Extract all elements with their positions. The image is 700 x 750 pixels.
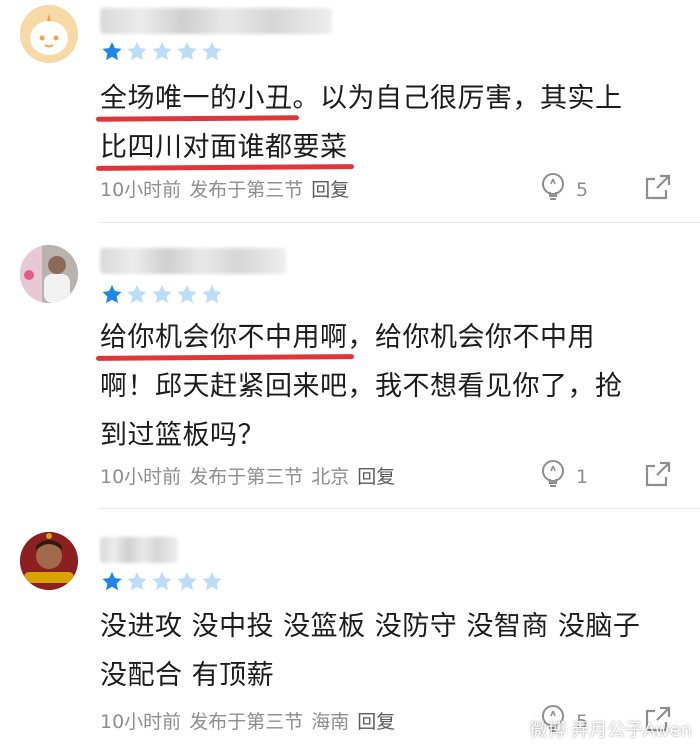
section-label: 发布于第三节: [189, 711, 304, 733]
star-icon: [102, 285, 122, 304]
star-icon: [202, 42, 222, 61]
lightbulb-like-icon: [540, 459, 566, 494]
avatar[interactable]: [20, 532, 78, 590]
star-icon: [152, 572, 172, 591]
section-label: 发布于第三节: [189, 466, 304, 488]
divider: [100, 508, 700, 509]
star-icon: [102, 42, 122, 61]
share-icon[interactable]: [644, 460, 672, 488]
reply-button[interactable]: 回复: [311, 175, 349, 202]
person-photo-icon: [20, 245, 78, 303]
star-icon: [127, 285, 147, 304]
avatar[interactable]: [20, 245, 78, 303]
comment-text: 没进攻 没中投 没篮板 没防守 没智商 没脑子 没配合 有顶薪: [100, 611, 641, 691]
watermark: 微博 弄月公子Awen: [503, 716, 692, 742]
timestamp: 10小时前: [100, 179, 182, 201]
comment-meta: 10小时前 发布于第三节 回复: [100, 175, 349, 202]
like-button[interactable]: 1: [540, 459, 588, 494]
underlined-text: 比四川对面谁都要菜: [100, 132, 348, 163]
avatar-bot-icon: [20, 5, 78, 63]
reply-button[interactable]: 回复: [357, 707, 395, 734]
avatar[interactable]: [20, 5, 78, 63]
timestamp: 10小时前: [100, 466, 182, 488]
rating-stars: [101, 283, 223, 305]
star-icon: [152, 42, 172, 61]
star-icon: [152, 285, 172, 304]
underlined-text: 给你机会你不中用啊: [100, 322, 348, 353]
like-button[interactable]: 5: [540, 172, 588, 207]
star-icon: [127, 42, 147, 61]
star-icon: [177, 572, 197, 591]
location: 北京: [311, 466, 350, 488]
username-blurred[interactable]: [100, 248, 286, 274]
comment-text: 全场唯一的小丑。以为自己很厉害，其实上 比四川对面谁都要菜: [100, 83, 623, 163]
rating-stars: [101, 570, 223, 592]
divider: [100, 222, 700, 223]
lightbulb-like-icon: [540, 172, 566, 207]
comment-meta: 10小时前 发布于第三节 北京 回复: [100, 462, 395, 489]
section-label: 发布于第三节: [189, 179, 304, 201]
like-count: 1: [576, 465, 589, 488]
comment-meta: 10小时前 发布于第三节 海南 回复: [100, 707, 395, 734]
location: 海南: [311, 711, 350, 733]
like-count: 5: [576, 178, 589, 201]
rating-stars: [101, 40, 223, 62]
timestamp: 10小时前: [100, 711, 182, 733]
star-icon: [127, 572, 147, 591]
reply-button[interactable]: 回复: [357, 462, 395, 489]
username-blurred[interactable]: [100, 8, 332, 34]
watermark-text: 微博 弄月公子Awen: [529, 720, 692, 741]
star-icon: [177, 42, 197, 61]
star-icon: [177, 285, 197, 304]
underlined-text: 全场唯一的小丑: [100, 83, 293, 114]
star-icon: [202, 572, 222, 591]
share-icon[interactable]: [644, 173, 672, 201]
star-icon: [202, 285, 222, 304]
weibo-icon: [503, 721, 525, 738]
username-blurred[interactable]: [100, 537, 178, 563]
person-badge-icon: [20, 532, 78, 590]
star-icon: [102, 572, 122, 591]
comment-text: 给你机会你不中用啊，给你机会你不中用 啊！邱天赶紧回来吧，我不想看见你了，抢 到…: [100, 322, 623, 451]
